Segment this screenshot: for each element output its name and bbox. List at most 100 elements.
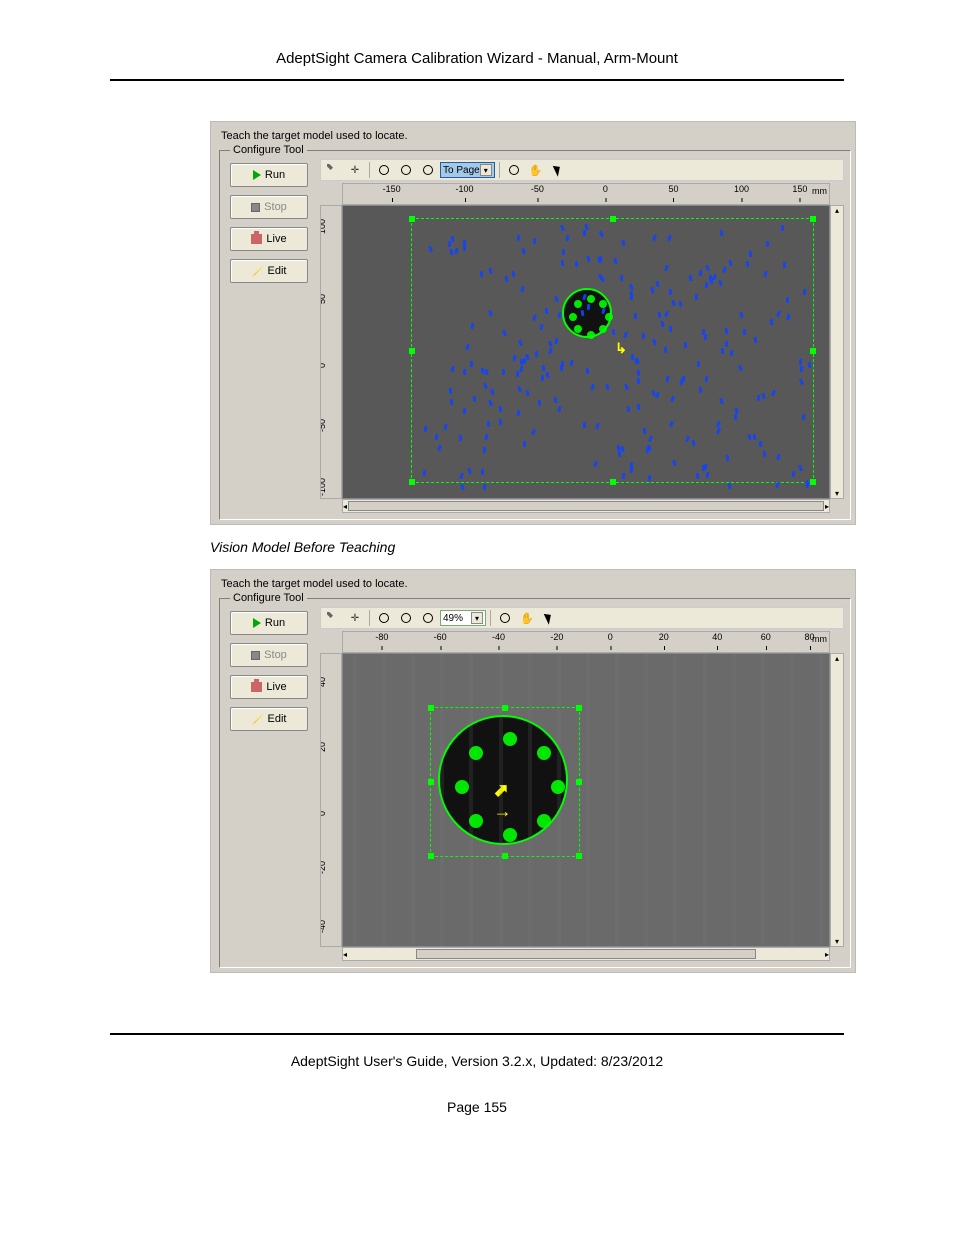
- tool-button-column: Run Stop Live Edit: [230, 611, 308, 731]
- zoom-out-icon[interactable]: [418, 609, 438, 627]
- ruler-tick: 0: [603, 184, 608, 194]
- vector-feature: [483, 484, 486, 490]
- stop-icon: [251, 203, 260, 212]
- vector-feature: [423, 470, 427, 476]
- zoom-100-icon[interactable]: [396, 609, 416, 627]
- ruler-tick: 80: [805, 632, 815, 642]
- vector-feature: [749, 251, 752, 257]
- resize-handle[interactable]: [428, 705, 434, 711]
- zoom-in-icon[interactable]: [374, 161, 394, 179]
- vector-feature: [516, 410, 520, 416]
- resize-handle[interactable]: [576, 853, 582, 859]
- footer-page-number: Page 155: [110, 1099, 844, 1115]
- zoom-level-combo[interactable]: 49% ▾: [440, 610, 486, 626]
- horizontal-ruler: mm -150-100-50050100150: [342, 183, 830, 205]
- axis-indicator-icon: ↳: [615, 340, 627, 357]
- bolt-hole: [469, 814, 483, 828]
- pencil-icon: [252, 265, 264, 277]
- canvas-toolbar: ✛ To Page▾: [320, 159, 844, 181]
- pointer-icon[interactable]: [539, 609, 559, 627]
- ruler-tick: 50: [320, 294, 327, 304]
- zoom-out-icon[interactable]: [418, 161, 438, 179]
- vector-feature: [499, 419, 503, 425]
- tools-icon[interactable]: [323, 609, 343, 627]
- bolt-hole: [569, 313, 577, 321]
- crosshair-icon[interactable]: ✛: [345, 609, 365, 627]
- run-button[interactable]: Run: [230, 611, 308, 635]
- bolt-hole: [551, 780, 565, 794]
- vector-feature: [798, 359, 801, 365]
- vector-feature: [480, 271, 483, 277]
- resize-handle[interactable]: [610, 216, 616, 222]
- vector-feature: [734, 414, 737, 420]
- resize-handle[interactable]: [610, 479, 616, 485]
- resize-handle[interactable]: [810, 479, 816, 485]
- edit-button[interactable]: Edit: [230, 259, 308, 283]
- run-button[interactable]: Run: [230, 163, 308, 187]
- edit-button[interactable]: Edit: [230, 707, 308, 731]
- horizontal-scrollbar[interactable]: ◂▸: [342, 947, 830, 961]
- resize-handle[interactable]: [428, 779, 434, 785]
- stop-button[interactable]: Stop: [230, 643, 308, 667]
- ruler-tick: -100: [320, 478, 327, 496]
- vertical-scrollbar[interactable]: ▴▾: [830, 653, 844, 947]
- live-button[interactable]: Live: [230, 675, 308, 699]
- vector-feature: [599, 256, 602, 262]
- resize-handle[interactable]: [810, 216, 816, 222]
- zoom-level-label: 49%: [443, 613, 463, 624]
- vector-feature: [538, 399, 541, 405]
- stop-button[interactable]: Stop: [230, 195, 308, 219]
- vector-feature: [560, 365, 564, 371]
- pan-icon[interactable]: [517, 609, 537, 627]
- image-canvas[interactable]: ↳: [342, 205, 830, 499]
- pan-icon[interactable]: [526, 161, 546, 179]
- resize-handle[interactable]: [576, 705, 582, 711]
- resize-handle[interactable]: [576, 779, 582, 785]
- texture-line: [790, 654, 794, 946]
- texture-line: [761, 654, 765, 946]
- vector-feature: [555, 338, 558, 344]
- chevron-down-icon: ▾: [480, 164, 492, 176]
- zoom-level-combo[interactable]: To Page▾: [440, 162, 495, 178]
- resize-handle[interactable]: [502, 853, 508, 859]
- texture-line: [382, 654, 386, 946]
- vector-feature: [460, 483, 465, 490]
- zoom-region-icon[interactable]: [495, 609, 515, 627]
- horizontal-scrollbar[interactable]: ◂▸: [342, 499, 830, 513]
- vector-feature: [631, 353, 634, 359]
- vertical-scrollbar[interactable]: ▴▾: [830, 205, 844, 499]
- resize-handle[interactable]: [810, 348, 816, 354]
- vector-feature: [487, 421, 490, 427]
- zoom-region-icon[interactable]: [504, 161, 524, 179]
- resize-handle[interactable]: [409, 216, 415, 222]
- ruler-tick: -80: [375, 632, 388, 642]
- ruler-tick: 0: [320, 363, 327, 368]
- edit-button-label: Edit: [268, 265, 287, 277]
- page-header-title: AdeptSight Camera Calibration Wizard - M…: [110, 50, 844, 67]
- resize-handle[interactable]: [502, 705, 508, 711]
- pointer-icon[interactable]: [548, 161, 568, 179]
- texture-line: [819, 654, 823, 946]
- ruler-tick: -40: [492, 632, 505, 642]
- image-canvas[interactable]: ⬈→: [342, 653, 830, 947]
- zoom-in-icon[interactable]: [374, 609, 394, 627]
- run-button-label: Run: [265, 617, 285, 629]
- vector-feature: [725, 341, 728, 347]
- live-button[interactable]: Live: [230, 227, 308, 251]
- crosshair-icon[interactable]: ✛: [345, 161, 365, 179]
- resize-handle[interactable]: [409, 479, 415, 485]
- resize-handle[interactable]: [409, 348, 415, 354]
- vector-feature: [566, 235, 570, 241]
- footer-guide-text: AdeptSight User's Guide, Version 3.2.x, …: [110, 1053, 844, 1069]
- axis-indicator-icon: ⬈→: [494, 780, 512, 822]
- bolt-hole: [503, 732, 517, 746]
- vector-feature: [522, 441, 526, 447]
- stop-button-label: Stop: [264, 201, 287, 213]
- texture-line: [440, 654, 444, 946]
- resize-handle[interactable]: [428, 853, 434, 859]
- texture-line: [703, 654, 707, 946]
- vector-feature: [769, 319, 773, 325]
- zoom-100-icon[interactable]: [396, 161, 416, 179]
- chevron-down-icon: ▾: [471, 612, 483, 624]
- tools-icon[interactable]: [323, 161, 343, 179]
